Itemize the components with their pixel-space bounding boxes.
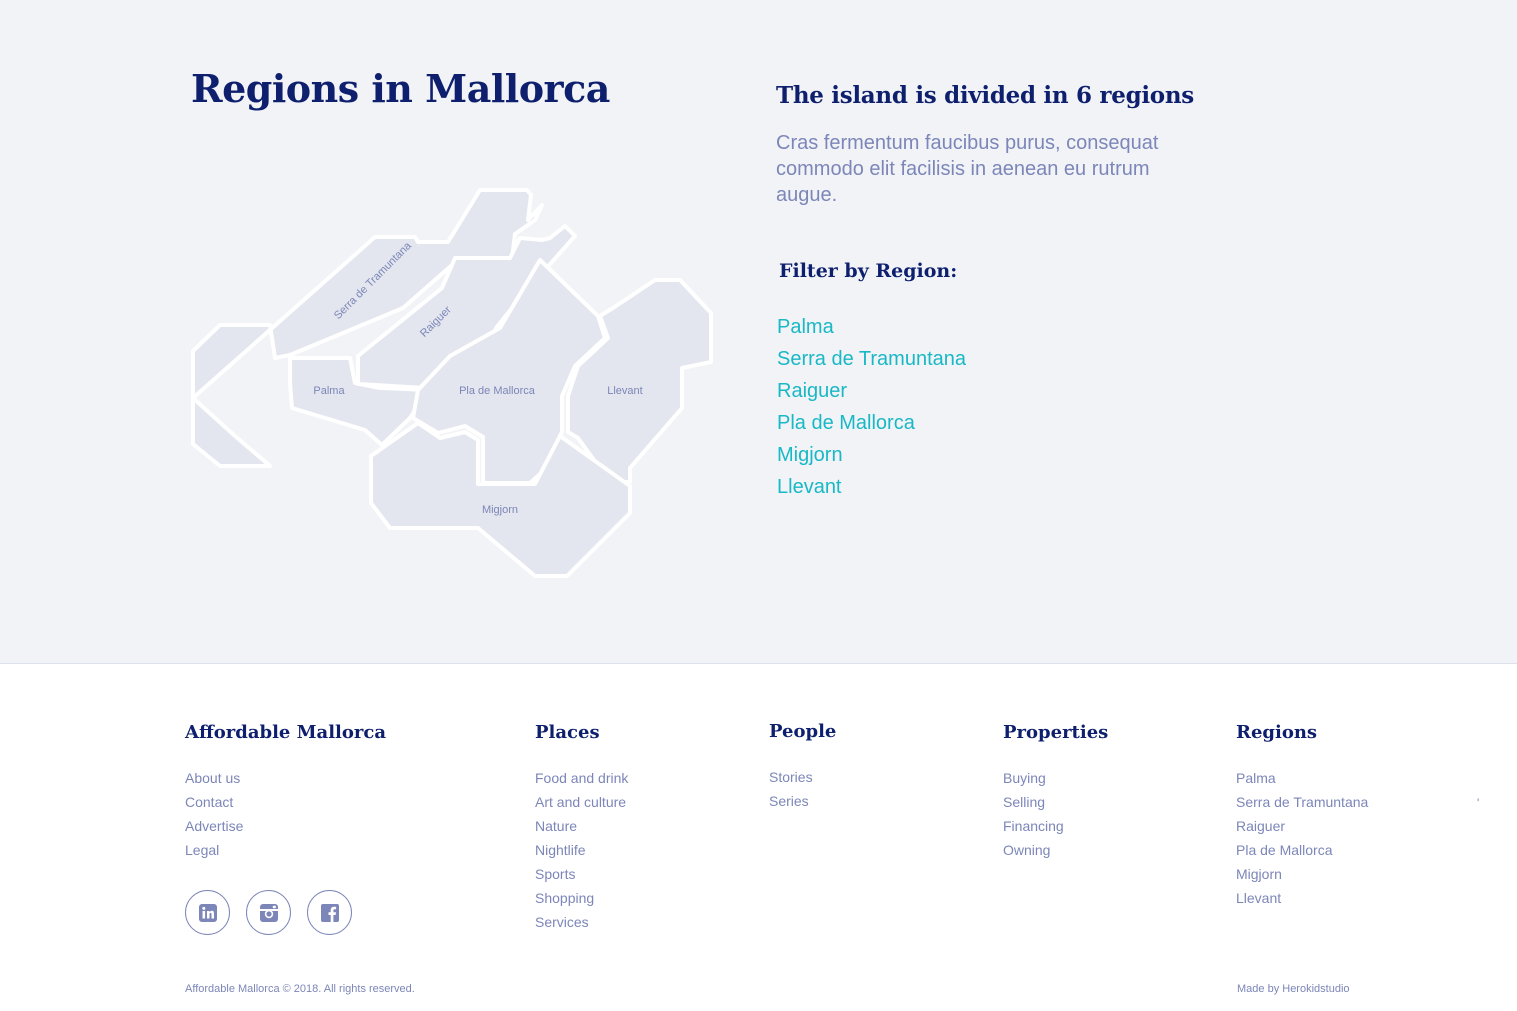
- footer-col-regions: Regions Palma Serra de Tramuntana Raigue…: [1236, 722, 1368, 910]
- filter-region-pla-de-mallorca[interactable]: Pla de Mallorca: [777, 407, 966, 439]
- footer-col-places: Places Food and drink Art and culture Na…: [535, 722, 628, 934]
- linkedin-icon: [198, 903, 217, 922]
- footer-properties-title: Properties: [1003, 722, 1109, 743]
- regions-hero: Regions in Mallorca Serra de Tramuntana …: [0, 0, 1517, 664]
- filter-region-raiguer[interactable]: Raiguer: [777, 375, 966, 407]
- footer-link-buying[interactable]: Buying: [1003, 766, 1108, 790]
- footer-link-series[interactable]: Series: [769, 789, 836, 813]
- footer-link-palma[interactable]: Palma: [1236, 766, 1368, 790]
- footer-link-art-and-culture[interactable]: Art and culture: [535, 790, 628, 814]
- linkedin-button[interactable]: [185, 890, 230, 935]
- footer-link-serra-de-tramuntana[interactable]: Serra de Tramuntana: [1236, 790, 1368, 814]
- instagram-icon: [259, 903, 278, 922]
- footer-link-pla-de-mallorca[interactable]: Pla de Mallorca: [1236, 838, 1368, 862]
- footer-regions-title: Regions: [1236, 722, 1318, 743]
- footer-link-shopping[interactable]: Shopping: [535, 886, 628, 910]
- footer-link-services[interactable]: Services: [535, 910, 628, 934]
- regions-description: Cras fermentum faucibus purus, consequat…: [776, 132, 1159, 206]
- footer-link-owning[interactable]: Owning: [1003, 838, 1108, 862]
- footer-col-properties: Properties Buying Selling Financing Owni…: [1003, 722, 1108, 862]
- map-label-llevant: Llevant: [607, 385, 642, 397]
- instagram-button[interactable]: [246, 890, 291, 935]
- filter-title: Filter by Region:: [779, 260, 958, 282]
- edge-mark: ': [1477, 796, 1480, 810]
- footer-col-brand: Affordable Mallorca About us Contact Adv…: [185, 722, 386, 862]
- footer-link-legal[interactable]: Legal: [185, 838, 386, 862]
- footer-brand-title: Affordable Mallorca: [185, 722, 386, 743]
- filter-region-llevant[interactable]: Llevant: [777, 471, 966, 503]
- footer-link-nature[interactable]: Nature: [535, 814, 628, 838]
- page-title: Regions in Mallorca: [191, 66, 610, 111]
- map-label-pla-de-mallorca: Pla de Mallorca: [459, 385, 536, 397]
- footer-link-raiguer[interactable]: Raiguer: [1236, 814, 1368, 838]
- copyright-text: Affordable Mallorca © 2018. All rights r…: [185, 983, 415, 995]
- map-label-palma: Palma: [313, 385, 345, 397]
- filter-region-migjorn[interactable]: Migjorn: [777, 439, 966, 471]
- footer-link-financing[interactable]: Financing: [1003, 814, 1108, 838]
- footer-link-contact[interactable]: Contact: [185, 790, 386, 814]
- regions-count-heading: The island is divided in 6 regions: [776, 82, 1194, 109]
- studio-credit[interactable]: Made by Herokidstudio: [1237, 983, 1350, 995]
- footer-link-stories[interactable]: Stories: [769, 765, 836, 789]
- footer-link-sports[interactable]: Sports: [535, 862, 628, 886]
- footer-link-food-and-drink[interactable]: Food and drink: [535, 766, 628, 790]
- map-label-migjorn: Migjorn: [482, 504, 518, 516]
- footer-people-title: People: [769, 721, 837, 742]
- region-filter-list: Palma Serra de Tramuntana Raiguer Pla de…: [777, 311, 966, 503]
- facebook-icon: [320, 903, 339, 922]
- social-links: [185, 890, 352, 935]
- footer-link-nightlife[interactable]: Nightlife: [535, 838, 628, 862]
- footer-link-selling[interactable]: Selling: [1003, 790, 1108, 814]
- footer-places-title: Places: [535, 722, 600, 743]
- footer-link-advertise[interactable]: Advertise: [185, 814, 386, 838]
- footer-link-about[interactable]: About us: [185, 766, 386, 790]
- filter-region-palma[interactable]: Palma: [777, 311, 966, 343]
- filter-region-serra-de-tramuntana[interactable]: Serra de Tramuntana: [777, 343, 966, 375]
- footer-col-people: People Stories Series: [769, 721, 836, 813]
- footer-link-llevant[interactable]: Llevant: [1236, 886, 1368, 910]
- mallorca-map: Serra de Tramuntana Raiguer Palma Pla de…: [191, 188, 713, 578]
- facebook-button[interactable]: [307, 890, 352, 935]
- footer-link-migjorn[interactable]: Migjorn: [1236, 862, 1368, 886]
